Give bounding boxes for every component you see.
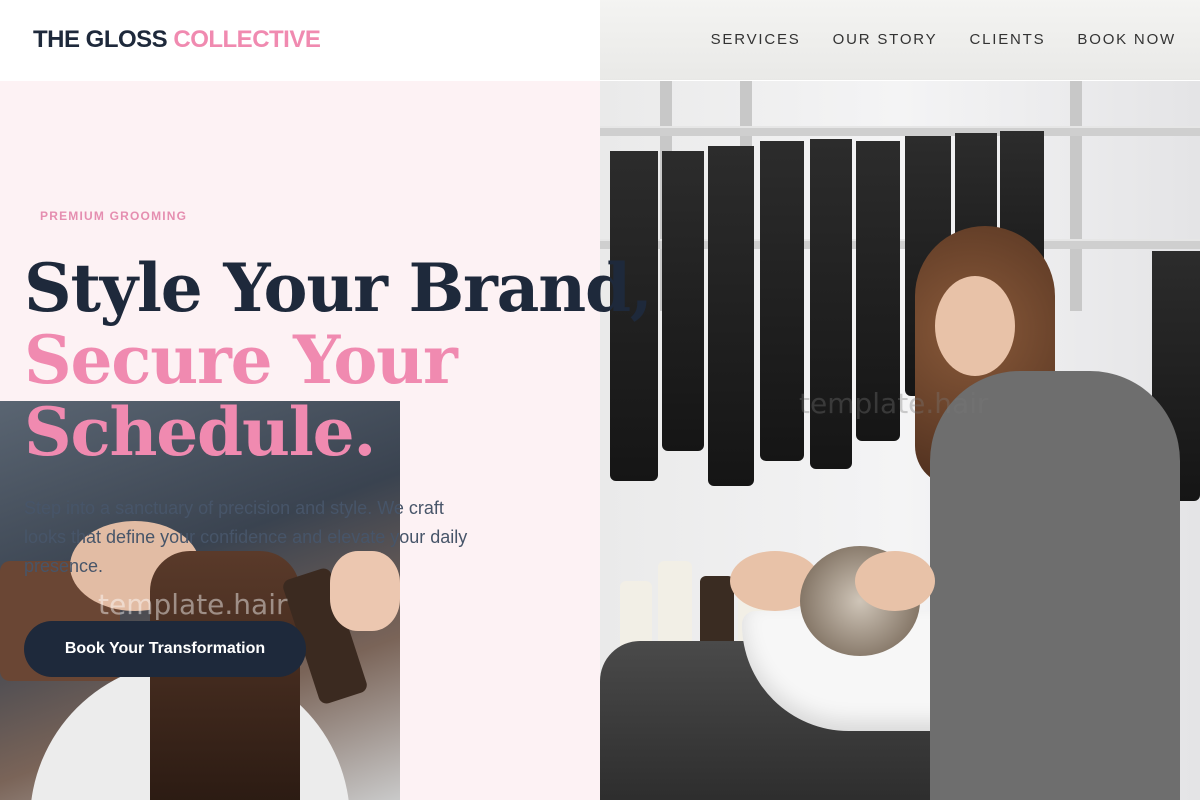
brand-accent: COLLECTIVE: [173, 26, 321, 53]
hero-eyebrow: PREMIUM GROOMING: [40, 209, 188, 223]
main-nav: SERVICES OUR STORY CLIENTS BOOK NOW: [711, 31, 1176, 48]
headline-line-3: Schedule.: [24, 393, 376, 471]
nav-clients[interactable]: CLIENTS: [969, 31, 1045, 48]
headline-line-2: Secure Your: [24, 321, 458, 399]
watermark-text: template.hair: [98, 588, 288, 621]
towel: [662, 151, 704, 451]
towel-rack-bar: [600, 126, 1200, 136]
brand-logo[interactable]: THE GLOSS COLLECTIVE: [33, 26, 321, 54]
hero-description: Step into a sanctuary of precision and s…: [24, 498, 468, 576]
towel: [708, 146, 754, 486]
nav-services[interactable]: SERVICES: [711, 31, 801, 48]
stylist-sweater: [930, 371, 1180, 800]
watermark-text: template.hair: [799, 387, 989, 420]
stylist-hand: [855, 551, 935, 611]
stylist-face: [935, 276, 1015, 376]
site-header: THE GLOSS COLLECTIVE SERVICES OUR STORY …: [0, 0, 1200, 80]
brand-name: THE GLOSS: [33, 26, 168, 53]
towel: [760, 141, 804, 461]
headline-line-1: Style Your Brand,: [24, 249, 653, 327]
nav-our-story[interactable]: OUR STORY: [833, 31, 938, 48]
salon-hair-wash-photo: template.hair: [600, 81, 1200, 800]
book-transformation-button[interactable]: Book Your Transformation: [24, 621, 306, 677]
nav-book-now[interactable]: BOOK NOW: [1077, 31, 1176, 48]
rack-pole: [1070, 81, 1082, 311]
hero-headline: Style Your Brand, Secure Your Schedule.: [24, 249, 653, 471]
